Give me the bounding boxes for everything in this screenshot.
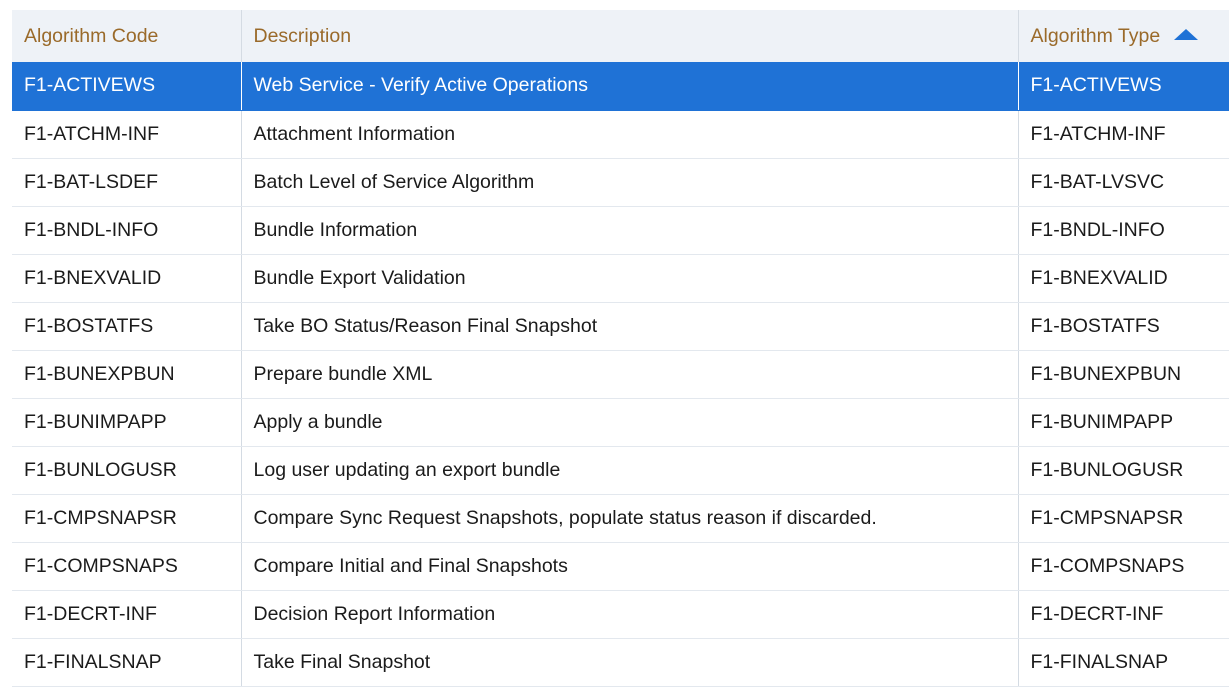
cell-description[interactable]: Take Final Snapshot bbox=[241, 638, 1019, 687]
cell-algorithm-code[interactable]: F1-ACTIVEWS bbox=[12, 62, 242, 111]
cell-description[interactable]: Batch Level of Service Algorithm bbox=[241, 158, 1019, 207]
column-header-label: Description bbox=[253, 24, 352, 47]
cell-algorithm-type[interactable]: F1-BOSTATFS bbox=[1018, 302, 1229, 351]
table-body: F1-ACTIVEWS Web Service - Verify Active O… bbox=[12, 62, 1229, 687]
table-row[interactable]: F1-BUNLOGUSR Log user updating an export … bbox=[12, 446, 1229, 495]
cell-description[interactable]: Bundle Export Validation bbox=[241, 254, 1019, 303]
cell-algorithm-code[interactable]: F1-FINALSNAP bbox=[12, 638, 242, 687]
cell-algorithm-code[interactable]: F1-COMPSNAPS bbox=[12, 542, 242, 591]
column-header-label: Algorithm Code bbox=[24, 24, 159, 47]
cell-description[interactable]: Take BO Status/Reason Final Snapshot bbox=[241, 302, 1019, 351]
column-header-algorithm-type[interactable]: Algorithm Type bbox=[1018, 10, 1229, 62]
algorithm-table: Algorithm Code Description Algorithm Typ… bbox=[12, 10, 1229, 687]
cell-description[interactable]: Compare Initial and Final Snapshots bbox=[241, 542, 1019, 591]
table-row[interactable]: F1-BNDL-INFO Bundle Information F1-BNDL-IN… bbox=[12, 206, 1229, 255]
column-header-algorithm-code[interactable]: Algorithm Code bbox=[12, 10, 242, 62]
cell-algorithm-code[interactable]: F1-BUNEXPBUN bbox=[12, 350, 242, 399]
cell-description[interactable]: Web Service - Verify Active Operations bbox=[241, 62, 1019, 111]
cell-description[interactable]: Apply a bundle bbox=[241, 398, 1019, 447]
table-row[interactable]: F1-BAT-LSDEF Batch Level of Service Algor… bbox=[12, 158, 1229, 207]
cell-algorithm-type[interactable]: F1-BUNLOGUSR bbox=[1018, 446, 1229, 495]
table-row[interactable]: F1-BUNIMPAPP Apply a bundle F1-BUNIMPAPP bbox=[12, 398, 1229, 447]
cell-algorithm-type[interactable]: F1-COMPSNAPS bbox=[1018, 542, 1229, 591]
cell-algorithm-type[interactable]: F1-CMPSNAPSR bbox=[1018, 494, 1229, 543]
cell-description[interactable]: Decision Report Information bbox=[241, 590, 1019, 639]
table-row[interactable]: F1-BUNEXPBUN Prepare bundle XML F1-BUNEXPB… bbox=[12, 350, 1229, 399]
cell-algorithm-type[interactable]: F1-DECRT-INF bbox=[1018, 590, 1229, 639]
cell-algorithm-type[interactable]: F1-FINALSNAP bbox=[1018, 638, 1229, 687]
cell-description[interactable]: Bundle Information bbox=[241, 206, 1019, 255]
cell-algorithm-code[interactable]: F1-BOSTATFS bbox=[12, 302, 242, 351]
table-row[interactable]: F1-FINALSNAP Take Final Snapshot F1-FINALS… bbox=[12, 638, 1229, 687]
header-row: Algorithm Code Description Algorithm Typ… bbox=[12, 10, 1229, 62]
cell-algorithm-type[interactable]: F1-BUNIMPAPP bbox=[1018, 398, 1229, 447]
column-header-description[interactable]: Description bbox=[241, 10, 1019, 62]
cell-description[interactable]: Attachment Information bbox=[241, 110, 1019, 159]
table-row[interactable]: F1-BNEXVALID Bundle Export Validation F1-B… bbox=[12, 254, 1229, 303]
table-row[interactable]: F1-ATCHM-INF Attachment Information F1-ATC… bbox=[12, 110, 1229, 159]
cell-algorithm-type[interactable]: F1-ATCHM-INF bbox=[1018, 110, 1229, 159]
table-row[interactable]: F1-BOSTATFS Take BO Status/Reason Final S… bbox=[12, 302, 1229, 351]
cell-algorithm-type[interactable]: F1-BNEXVALID bbox=[1018, 254, 1229, 303]
sort-ascending-icon[interactable] bbox=[1174, 28, 1199, 40]
cell-algorithm-code[interactable]: F1-BNEXVALID bbox=[12, 254, 242, 303]
cell-algorithm-code[interactable]: F1-BNDL-INFO bbox=[12, 206, 242, 255]
table-row[interactable]: F1-COMPSNAPS Compare Initial and Final Sn… bbox=[12, 542, 1229, 591]
cell-algorithm-type[interactable]: F1-BUNEXPBUN bbox=[1018, 350, 1229, 399]
cell-algorithm-code[interactable]: F1-BUNIMPAPP bbox=[12, 398, 242, 447]
cell-description[interactable]: Log user updating an export bundle bbox=[241, 446, 1019, 495]
cell-description[interactable]: Prepare bundle XML bbox=[241, 350, 1019, 399]
table-row[interactable]: F1-ACTIVEWS Web Service - Verify Active O… bbox=[12, 62, 1229, 111]
cell-algorithm-code[interactable]: F1-ATCHM-INF bbox=[12, 110, 242, 159]
cell-description[interactable]: Compare Sync Request Snapshots, populate… bbox=[241, 494, 1019, 543]
column-header-label: Algorithm Type bbox=[1030, 24, 1161, 47]
cell-algorithm-type[interactable]: F1-ACTIVEWS bbox=[1018, 62, 1229, 111]
cell-algorithm-code[interactable]: F1-DECRT-INF bbox=[12, 590, 242, 639]
table-row[interactable]: F1-CMPSNAPSR Compare Sync Request Snapsho… bbox=[12, 494, 1229, 543]
cell-algorithm-code[interactable]: F1-CMPSNAPSR bbox=[12, 494, 242, 543]
cell-algorithm-code[interactable]: F1-BAT-LSDEF bbox=[12, 158, 242, 207]
cell-algorithm-code[interactable]: F1-BUNLOGUSR bbox=[12, 446, 242, 495]
cell-algorithm-type[interactable]: F1-BAT-LVSVC bbox=[1018, 158, 1229, 207]
cell-algorithm-type[interactable]: F1-BNDL-INFO bbox=[1018, 206, 1229, 255]
table-row[interactable]: F1-DECRT-INF Decision Report Information F… bbox=[12, 590, 1229, 639]
